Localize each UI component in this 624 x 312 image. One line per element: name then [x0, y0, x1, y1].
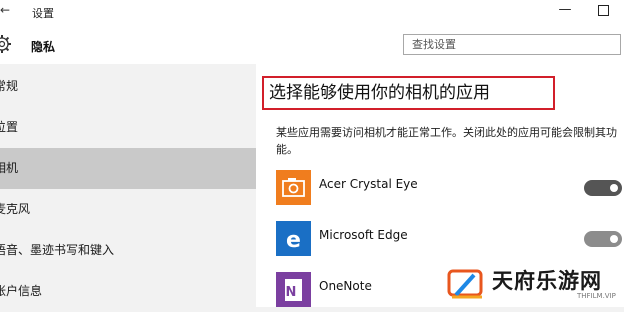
watermark-subtext: THFILM.VIP: [577, 292, 616, 300]
sidebar-item-label: 常规: [0, 79, 19, 93]
onenote-icon: N: [276, 272, 311, 307]
app-row-acer-crystal-eye: Acer Crystal Eye: [276, 170, 624, 206]
window-title: 设置: [32, 7, 54, 20]
sidebar-item-account-info[interactable]: 帐户信息: [0, 271, 256, 312]
sidebar-item-camera[interactable]: 相机: [0, 148, 256, 189]
back-button[interactable]: ←: [0, 3, 10, 17]
camera-access-toggle[interactable]: [584, 231, 622, 247]
sidebar-item-speech-inking-typing[interactable]: 语音、墨迹书写和键入: [0, 230, 256, 271]
edge-icon: e: [276, 221, 311, 256]
svg-text:N: N: [286, 285, 297, 300]
section-title: 隐私: [31, 40, 56, 54]
gear-icon: [0, 35, 11, 53]
minimize-button[interactable]: —: [557, 2, 573, 17]
search-input[interactable]: [403, 34, 621, 55]
sidebar-item-label: 相机: [0, 161, 19, 175]
app-row-microsoft-edge: e Microsoft Edge: [276, 221, 624, 257]
sidebar-item-location[interactable]: 位置: [0, 107, 256, 148]
sidebar-item-label: 帐户信息: [0, 284, 43, 298]
app-name: OneNote: [319, 279, 372, 293]
sidebar-item-general[interactable]: 常规: [0, 66, 256, 107]
maximize-button[interactable]: [598, 5, 609, 16]
app-name: Acer Crystal Eye: [319, 177, 418, 191]
sidebar-item-label: 位置: [0, 120, 19, 134]
watermark-logo-icon: [447, 269, 483, 299]
watermark-text: 天府乐游网: [492, 269, 602, 293]
page-title: 选择能够使用你的相机的应用: [262, 76, 555, 110]
sidebar: 常规 位置 相机 麦克风 语音、墨迹书写和键入 帐户信息: [0, 64, 256, 307]
app-name: Microsoft Edge: [319, 228, 408, 242]
sidebar-item-label: 麦克风: [0, 202, 31, 216]
camera-app-icon: [276, 170, 311, 205]
settings-header: 隐私: [0, 26, 624, 64]
page-description: 某些应用需要访问相机才能正常工作。关闭此处的应用可能会限制其功能。: [276, 126, 617, 156]
title-bar: ← 设置 —: [0, 0, 624, 26]
toggle-knob: [610, 184, 618, 192]
watermark: 天府乐游网 THFILM.VIP: [442, 265, 622, 307]
svg-text:e: e: [286, 228, 301, 253]
toggle-knob: [610, 235, 618, 243]
sidebar-item-label: 语音、墨迹书写和键入: [0, 243, 115, 257]
camera-access-toggle[interactable]: [584, 180, 622, 196]
sidebar-item-microphone[interactable]: 麦克风: [0, 189, 256, 230]
